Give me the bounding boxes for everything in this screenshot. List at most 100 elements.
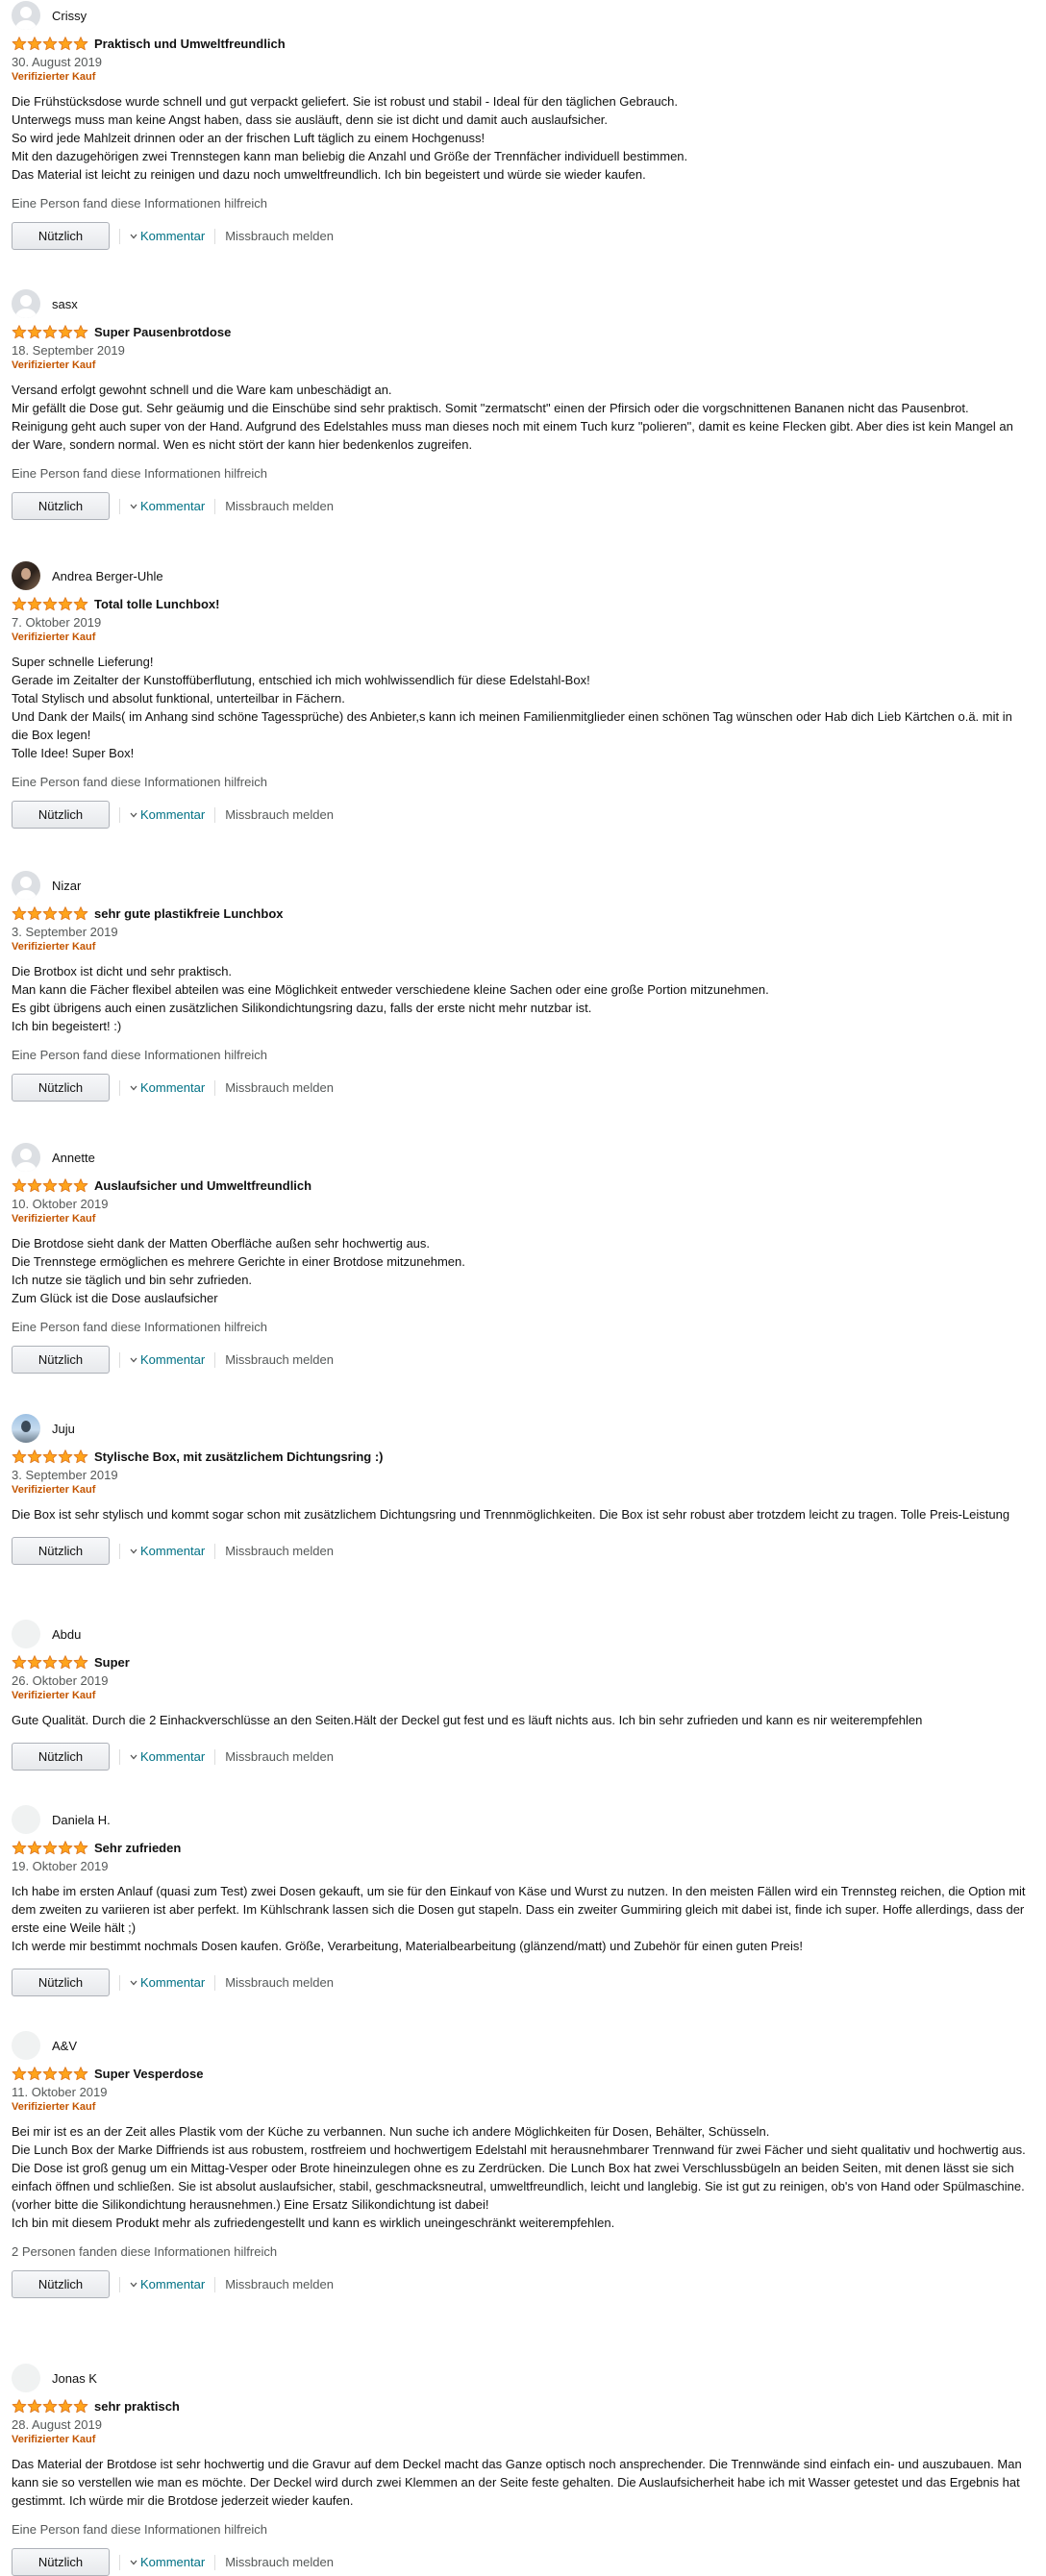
star-rating[interactable] xyxy=(12,36,88,51)
avatar[interactable] xyxy=(12,1143,40,1172)
star-rating[interactable] xyxy=(12,1840,88,1855)
helpful-button[interactable]: Nützlich xyxy=(12,2548,110,2576)
star-rating[interactable] xyxy=(12,1654,88,1670)
helpful-button[interactable]: Nützlich xyxy=(12,2270,110,2298)
avatar[interactable] xyxy=(12,1414,40,1443)
helpful-button[interactable]: Nützlich xyxy=(12,1346,110,1374)
helpful-button[interactable]: Nützlich xyxy=(12,801,110,829)
report-abuse-link[interactable]: Missbrauch melden xyxy=(225,229,334,243)
reviewer-name[interactable]: Crissy xyxy=(52,9,87,23)
comment-link[interactable]: Kommentar xyxy=(130,2277,205,2291)
reviewer-profile[interactable]: Abdu xyxy=(12,1619,1031,1649)
avatar[interactable] xyxy=(12,871,40,900)
star-rating[interactable] xyxy=(12,324,88,339)
comment-label[interactable]: Kommentar xyxy=(140,1352,205,1367)
avatar[interactable] xyxy=(12,289,40,318)
reviewer-profile[interactable]: Andrea Berger-Uhle xyxy=(12,560,1031,591)
star-icon xyxy=(58,2398,73,2413)
helpful-button[interactable]: Nützlich xyxy=(12,492,110,520)
star-rating[interactable] xyxy=(12,905,88,921)
comment-link[interactable]: Kommentar xyxy=(130,1544,205,1558)
comment-label[interactable]: Kommentar xyxy=(140,229,205,243)
reviewer-name[interactable]: Annette xyxy=(52,1151,95,1165)
star-icon xyxy=(42,2398,58,2413)
review-title[interactable]: Super xyxy=(94,1655,130,1670)
report-abuse-link[interactable]: Missbrauch melden xyxy=(225,1544,334,1558)
report-abuse-link[interactable]: Missbrauch melden xyxy=(225,807,334,822)
star-icon xyxy=(27,596,42,610)
star-rating[interactable] xyxy=(12,2398,88,2414)
reviewer-profile[interactable]: Juju xyxy=(12,1413,1031,1444)
comment-label[interactable]: Kommentar xyxy=(140,2555,205,2569)
star-rating[interactable] xyxy=(12,596,88,611)
reviewer-name[interactable]: A&V xyxy=(52,2039,77,2053)
report-abuse-link[interactable]: Missbrauch melden xyxy=(225,499,334,513)
comment-link[interactable]: Kommentar xyxy=(130,807,205,822)
verified-purchase-badge: Verifizierter Kauf xyxy=(12,2434,96,2445)
star-rating[interactable] xyxy=(12,1177,88,1193)
reviewer-profile[interactable]: A&V xyxy=(12,2030,1031,2061)
comment-label[interactable]: Kommentar xyxy=(140,1975,205,1990)
divider xyxy=(214,498,216,514)
comment-link[interactable]: Kommentar xyxy=(130,1749,205,1764)
reviewer-profile[interactable]: sasx xyxy=(12,288,1031,319)
avatar[interactable] xyxy=(12,1620,40,1648)
comment-link[interactable]: Kommentar xyxy=(130,1975,205,1990)
review-title[interactable]: Praktisch und Umweltfreundlich xyxy=(94,37,286,51)
comment-link[interactable]: Kommentar xyxy=(130,1080,205,1095)
avatar[interactable] xyxy=(12,2364,40,2392)
comment-label[interactable]: Kommentar xyxy=(140,1749,205,1764)
helpful-button[interactable]: Nützlich xyxy=(12,1074,110,1102)
reviewer-profile[interactable]: Nizar xyxy=(12,870,1031,901)
reviewer-profile[interactable]: Annette xyxy=(12,1142,1031,1173)
helpful-count: 2 Personen fanden diese Informationen hi… xyxy=(12,2244,278,2259)
reviewer-name[interactable]: Nizar xyxy=(52,879,81,893)
comment-link[interactable]: Kommentar xyxy=(130,2555,205,2569)
comment-link[interactable]: Kommentar xyxy=(130,1352,205,1367)
review-title[interactable]: Stylische Box, mit zusätzlichem Dichtung… xyxy=(94,1449,384,1464)
review-title[interactable]: sehr praktisch xyxy=(94,2399,180,2414)
review-card: Juju Stylische Box, mit zusätzlichem Dich… xyxy=(12,1413,1031,1565)
report-abuse-link[interactable]: Missbrauch melden xyxy=(225,2277,334,2291)
comment-label[interactable]: Kommentar xyxy=(140,1080,205,1095)
report-abuse-link[interactable]: Missbrauch melden xyxy=(225,1080,334,1095)
reviewer-profile[interactable]: Jonas K xyxy=(12,2363,1031,2393)
avatar[interactable] xyxy=(12,561,40,590)
review-title[interactable]: Sehr zufrieden xyxy=(94,1841,181,1855)
report-abuse-link[interactable]: Missbrauch melden xyxy=(225,1749,334,1764)
comment-label[interactable]: Kommentar xyxy=(140,807,205,822)
reviewer-name[interactable]: sasx xyxy=(52,297,78,311)
reviewer-name[interactable]: Andrea Berger-Uhle xyxy=(52,569,163,583)
helpful-button[interactable]: Nützlich xyxy=(12,1969,110,1996)
report-abuse-link[interactable]: Missbrauch melden xyxy=(225,1975,334,1990)
review-body: Bei mir ist es an der Zeit alles Plastik… xyxy=(12,2122,1031,2232)
reviewer-profile[interactable]: Crissy xyxy=(12,0,1031,31)
review-title[interactable]: Auslaufsicher und Umweltfreundlich xyxy=(94,1178,311,1193)
comment-label[interactable]: Kommentar xyxy=(140,499,205,513)
star-rating[interactable] xyxy=(12,1449,88,1464)
comment-label[interactable]: Kommentar xyxy=(140,2277,205,2291)
comment-label[interactable]: Kommentar xyxy=(140,1544,205,1558)
review-title[interactable]: sehr gute plastikfreie Lunchbox xyxy=(94,906,284,921)
review-title[interactable]: Total tolle Lunchbox! xyxy=(94,597,219,611)
avatar[interactable] xyxy=(12,2031,40,2060)
helpful-button[interactable]: Nützlich xyxy=(12,1743,110,1771)
reviewer-name[interactable]: Daniela H. xyxy=(52,1813,111,1827)
report-abuse-link[interactable]: Missbrauch melden xyxy=(225,2555,334,2569)
helpful-button[interactable]: Nützlich xyxy=(12,1537,110,1565)
review-title[interactable]: Super Vesperdose xyxy=(94,2067,203,2081)
helpful-button[interactable]: Nützlich xyxy=(12,222,110,250)
report-abuse-link[interactable]: Missbrauch melden xyxy=(225,1352,334,1367)
review-actions: Nützlich Kommentar Missbrauch melden xyxy=(12,1346,1031,1374)
review-title[interactable]: Super Pausenbrotdose xyxy=(94,325,231,339)
reviewer-profile[interactable]: Daniela H. xyxy=(12,1804,1031,1835)
reviewer-name[interactable]: Abdu xyxy=(52,1627,81,1642)
comment-link[interactable]: Kommentar xyxy=(130,499,205,513)
star-icon xyxy=(12,905,27,920)
reviewer-name[interactable]: Jonas K xyxy=(52,2371,97,2386)
avatar[interactable] xyxy=(12,1,40,30)
reviewer-name[interactable]: Juju xyxy=(52,1422,75,1436)
comment-link[interactable]: Kommentar xyxy=(130,229,205,243)
star-rating[interactable] xyxy=(12,2066,88,2081)
avatar[interactable] xyxy=(12,1805,40,1834)
